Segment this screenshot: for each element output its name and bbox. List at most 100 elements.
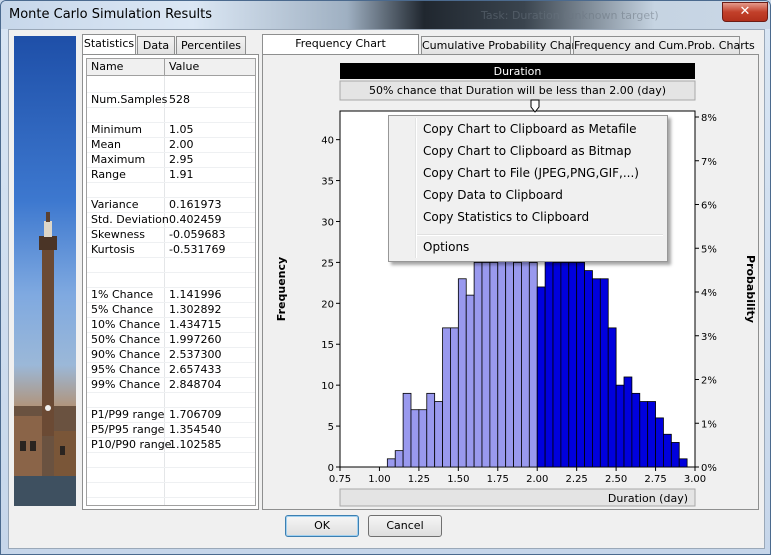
menu-item-copy-statistics[interactable]: Copy Statistics to Clipboard	[423, 207, 589, 227]
histogram-bar	[663, 433, 672, 468]
tab-cumulative-probability-chart[interactable]: Cumulative Probability Chart	[421, 36, 580, 54]
stat-value: 2.848704	[169, 378, 222, 391]
tower-photo	[14, 36, 76, 506]
stat-name: Variance	[91, 198, 139, 211]
column-header-name[interactable]: Name	[87, 59, 165, 76]
y-left-tick-label: 15	[321, 340, 334, 351]
stat-name: Minimum	[91, 123, 142, 136]
table-row[interactable]	[87, 107, 255, 123]
histogram-bar	[410, 409, 420, 468]
tab-frequency-cum-prob-charts[interactable]: Frequency and Cum.Prob. Charts	[573, 36, 755, 54]
window-title: Monte Carlo Simulation Results	[9, 7, 213, 22]
histogram-bar	[623, 376, 633, 468]
x-tick-label: 1.00	[368, 474, 390, 485]
title-bar[interactable]: Monte Carlo Simulation Results Task: Dur…	[1, 1, 770, 29]
stat-name: Skewness	[91, 228, 145, 241]
table-row[interactable]	[87, 272, 255, 288]
cancel-button[interactable]: Cancel	[368, 515, 442, 537]
stat-name: 10% Chance	[91, 318, 161, 331]
table-row[interactable]	[87, 452, 255, 468]
column-header-value-label: Value	[169, 60, 200, 73]
table-row[interactable]: P1/P99 range 1.706709	[87, 407, 255, 423]
table-row[interactable]: 5% Chance 1.302892	[87, 302, 255, 318]
histogram-bar	[473, 262, 483, 468]
stat-value: 1.91	[169, 168, 194, 181]
menu-item-copy-to-file[interactable]: Copy Chart to File (JPEG,PNG,GIF,...)	[423, 163, 639, 183]
x-tick-label: 0.75	[329, 474, 351, 485]
menu-item-options[interactable]: Options	[423, 237, 469, 257]
histogram-bar	[521, 253, 530, 468]
y-right-tick-label: 0%	[701, 463, 717, 474]
histogram-bar	[450, 327, 459, 468]
stat-value: 1.706709	[169, 408, 222, 421]
stat-name: 5% Chance	[91, 303, 154, 316]
table-row[interactable]: 10% Chance 1.434715	[87, 317, 255, 333]
histogram-bar	[489, 262, 499, 468]
stat-value: 1.05	[169, 123, 194, 136]
y-right-tick-label: 5%	[701, 244, 717, 255]
statistics-grid[interactable]: Name Value Num.Samples 528 Minimum 1.05 Mean…	[86, 58, 256, 506]
stat-value: 2.95	[169, 153, 194, 166]
stat-name: Range	[91, 168, 126, 181]
table-row[interactable]: Kurtosis -0.531769	[87, 242, 255, 258]
table-row[interactable]: Variance 0.161973	[87, 197, 255, 213]
table-row[interactable]	[87, 482, 255, 498]
table-row[interactable]: 90% Chance 2.537300	[87, 347, 255, 363]
menu-item-copy-data[interactable]: Copy Data to Clipboard	[423, 185, 563, 205]
histogram-bar	[560, 262, 570, 468]
stat-value: 1.997260	[169, 333, 222, 346]
table-row[interactable]: Skewness -0.059683	[87, 227, 255, 243]
histogram-bar	[607, 327, 617, 468]
background-window-title: Task: Duration (unknown target)	[481, 9, 659, 22]
table-row[interactable]: P10/P90 range 1.102585	[87, 437, 255, 453]
x-tick-label: 3.00	[684, 474, 706, 485]
y-left-tick-label: 35	[321, 177, 334, 188]
table-row[interactable]: Minimum 1.05	[87, 122, 255, 138]
table-row[interactable]	[87, 467, 255, 483]
tab-frequency-chart[interactable]: Frequency Chart	[262, 34, 419, 54]
stat-value: 528	[169, 93, 190, 106]
histogram-bar	[599, 278, 609, 468]
table-row[interactable]	[87, 257, 255, 273]
median-marker-icon[interactable]	[530, 99, 540, 113]
tab-statistics[interactable]: Statistics	[82, 34, 136, 54]
histogram-bar	[386, 458, 396, 468]
table-row[interactable]: Maximum 2.95	[87, 152, 255, 168]
menu-item-copy-metafile[interactable]: Copy Chart to Clipboard as Metafile	[423, 119, 637, 139]
y-left-tick-label: 30	[321, 217, 334, 228]
close-button[interactable]: ✕	[722, 2, 768, 22]
table-row[interactable]: Mean 2.00	[87, 137, 255, 153]
menu-item-copy-bitmap[interactable]: Copy Chart to Clipboard as Bitmap	[423, 141, 631, 161]
table-row[interactable]: 1% Chance 1.141996	[87, 287, 255, 303]
y-left-tick-label: 0	[328, 463, 334, 474]
x-tick-label: 2.75	[644, 474, 666, 485]
stat-value: -0.531769	[169, 243, 226, 256]
table-row[interactable]	[87, 392, 255, 408]
table-row[interactable]: 99% Chance 2.848704	[87, 377, 255, 393]
table-row[interactable]: P5/P95 range 1.354540	[87, 422, 255, 438]
dialog-client-area: Statistics Data Percentiles Frequency Ch…	[8, 29, 765, 549]
x-tick-label: 1.75	[487, 474, 509, 485]
stat-value: 0.161973	[169, 198, 222, 211]
tab-percentiles[interactable]: Percentiles	[176, 36, 246, 54]
table-row[interactable]	[87, 497, 255, 505]
table-row[interactable]: Std. Deviation 0.402459	[87, 212, 255, 228]
histogram-bar	[536, 286, 546, 468]
table-row[interactable]: 95% Chance 2.657433	[87, 362, 255, 378]
table-row[interactable]: Range 1.91	[87, 167, 255, 183]
table-row[interactable]: 50% Chance 1.997260	[87, 332, 255, 348]
table-row[interactable]	[87, 182, 255, 198]
stat-value: 1.434715	[169, 318, 222, 331]
histogram-bar	[418, 409, 428, 468]
table-row[interactable]	[87, 77, 255, 93]
histogram-bar	[576, 262, 585, 468]
stat-name: P1/P99 range	[91, 408, 165, 421]
y-left-tick-label: 40	[321, 136, 334, 147]
tab-data[interactable]: Data	[137, 36, 175, 54]
table-row[interactable]: Num.Samples 528	[87, 92, 255, 108]
stat-value: 2.657433	[169, 363, 222, 376]
ok-button[interactable]: OK	[285, 515, 359, 537]
stat-name: Num.Samples	[91, 93, 168, 106]
x-tick-label: 2.25	[566, 474, 588, 485]
column-header-value[interactable]: Value	[165, 59, 255, 76]
